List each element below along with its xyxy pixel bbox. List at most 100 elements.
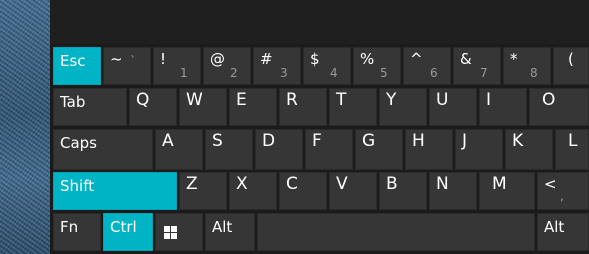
key-caps[interactable]: Caps xyxy=(53,129,153,170)
key-label: U xyxy=(436,90,449,110)
key-label: Tab xyxy=(60,93,86,111)
key-label: Ctrl xyxy=(110,218,137,236)
key-base-label: 7 xyxy=(480,66,488,80)
key-x[interactable]: X xyxy=(229,172,277,210)
keyboard-title-bar xyxy=(50,0,589,44)
key-base-label: 3 xyxy=(280,66,288,80)
key-shift-label: @ xyxy=(210,50,225,68)
key-n[interactable]: N xyxy=(429,172,477,210)
key-r[interactable]: R xyxy=(279,88,327,126)
key-label: R xyxy=(286,90,298,110)
key-label: X xyxy=(236,174,248,194)
key-6[interactable]: ^ 6 xyxy=(403,47,451,85)
key-o[interactable]: O xyxy=(529,88,589,126)
key-esc[interactable]: Esc xyxy=(53,47,101,85)
key-label: Esc xyxy=(60,52,86,70)
key-e[interactable]: E xyxy=(229,88,277,126)
key-l[interactable]: L xyxy=(555,129,589,170)
key-label: S xyxy=(212,131,223,151)
key-c[interactable]: C xyxy=(279,172,327,210)
key-label: Alt xyxy=(544,218,565,236)
key-7[interactable]: & 7 xyxy=(453,47,501,85)
key-a[interactable]: A xyxy=(155,129,203,170)
key-label: L xyxy=(568,131,578,151)
key-shift-label: $ xyxy=(310,50,320,68)
key-label: G xyxy=(362,131,376,151)
key-label: T xyxy=(336,90,347,110)
key-label: Y xyxy=(386,90,397,110)
key-label: Z xyxy=(186,174,198,194)
key-alt-right[interactable]: Alt xyxy=(537,213,589,251)
key-label: V xyxy=(336,174,348,194)
key-shift[interactable]: Shift xyxy=(53,172,177,210)
key-v[interactable]: V xyxy=(329,172,377,210)
key-label: K xyxy=(512,131,524,151)
key-label: D xyxy=(262,131,276,151)
key-base-label: ` xyxy=(130,54,136,68)
key-label: C xyxy=(286,174,298,194)
key-y[interactable]: Y xyxy=(379,88,427,126)
key-shift-label: ^ xyxy=(410,50,423,68)
key-shift-label: ~ xyxy=(110,50,123,68)
key-base-label: 5 xyxy=(380,66,388,80)
key-label: Caps xyxy=(60,134,98,152)
key-q[interactable]: Q xyxy=(129,88,177,126)
key-1[interactable]: ! 1 xyxy=(153,47,201,85)
key-d[interactable]: D xyxy=(255,129,303,170)
key-m[interactable]: M xyxy=(479,172,535,210)
key-label: M xyxy=(492,174,507,194)
key-label: Fn xyxy=(60,218,79,236)
key-label: B xyxy=(386,174,398,194)
key-2[interactable]: @ 2 xyxy=(203,47,251,85)
key-shift-label: # xyxy=(260,50,273,68)
key-j[interactable]: J xyxy=(455,129,503,170)
key-k[interactable]: K xyxy=(505,129,553,170)
key-label: E xyxy=(236,90,247,110)
key-fn[interactable]: Fn xyxy=(53,213,101,251)
key-label: N xyxy=(436,174,449,194)
key-label: Shift xyxy=(60,177,95,195)
key-tilde[interactable]: ~ ` xyxy=(103,47,151,85)
key-label: A xyxy=(162,131,174,151)
key-z[interactable]: Z xyxy=(179,172,227,210)
key-shift-label: ! xyxy=(160,50,167,68)
key-space[interactable] xyxy=(257,213,535,251)
key-label: J xyxy=(462,131,468,151)
key-shift-label: < xyxy=(544,175,557,193)
key-9[interactable]: ( xyxy=(553,47,589,85)
key-base-label: 4 xyxy=(330,66,338,80)
key-tab[interactable]: Tab xyxy=(53,88,127,126)
key-label: W xyxy=(186,90,203,110)
key-shift-label: % xyxy=(360,50,375,68)
key-3[interactable]: # 3 xyxy=(253,47,301,85)
key-s[interactable]: S xyxy=(205,129,253,170)
key-label: I xyxy=(486,90,492,110)
key-g[interactable]: G xyxy=(355,129,403,170)
key-f[interactable]: F xyxy=(305,129,353,170)
key-label: F xyxy=(312,131,322,151)
windows-icon xyxy=(164,226,178,240)
key-i[interactable]: I xyxy=(479,88,527,126)
key-b[interactable]: B xyxy=(379,172,427,210)
key-base-label: 1 xyxy=(180,66,188,80)
key-comma[interactable]: < , xyxy=(537,172,589,210)
key-t[interactable]: T xyxy=(329,88,377,126)
key-label: Q xyxy=(136,90,150,110)
key-label: O xyxy=(542,90,556,110)
key-u[interactable]: U xyxy=(429,88,477,126)
key-ctrl[interactable]: Ctrl xyxy=(103,213,153,251)
key-8[interactable]: * 8 xyxy=(503,47,551,85)
desktop-wallpaper xyxy=(0,0,50,254)
key-w[interactable]: W xyxy=(179,88,227,126)
key-base-label: 6 xyxy=(430,66,438,80)
key-shift-label: ( xyxy=(568,50,574,68)
key-5[interactable]: % 5 xyxy=(353,47,401,85)
key-base-label: 8 xyxy=(530,66,538,80)
key-alt-left[interactable]: Alt xyxy=(205,213,255,251)
key-label: Alt xyxy=(212,218,233,236)
key-shift-label: & xyxy=(460,50,472,68)
key-4[interactable]: $ 4 xyxy=(303,47,351,85)
key-h[interactable]: H xyxy=(405,129,453,170)
key-shift-label: * xyxy=(510,50,518,68)
key-windows[interactable] xyxy=(155,213,203,251)
